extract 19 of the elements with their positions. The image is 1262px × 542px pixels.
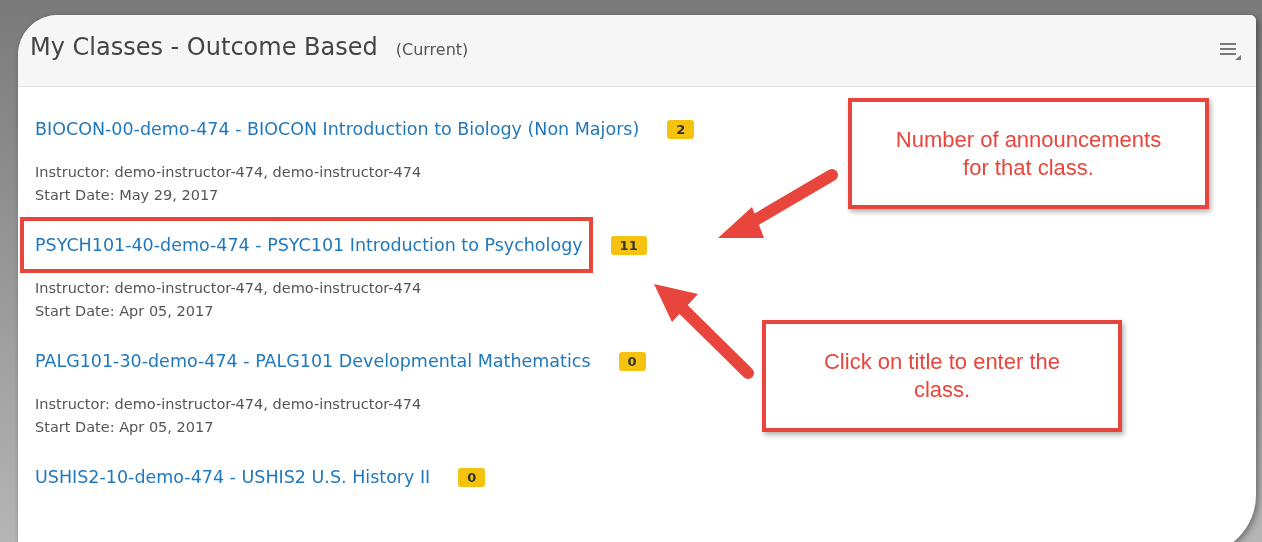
announcement-count-badge: 11 (610, 235, 647, 255)
panel-title: My Classes - Outcome Based (30, 33, 378, 61)
class-title-link[interactable]: BIOCON-00-demo-474 - BIOCON Introduction to Biology (Non Majors) (20, 109, 650, 149)
announcement-count-badge: 2 (667, 119, 695, 139)
instructor-text: Instructor: demo-instructor-474, demo-instructor-474 (35, 279, 422, 298)
class-title-link[interactable]: USHIS2-10-demo-474 - USHIS2 U.S. History II (20, 457, 441, 497)
menu-icon[interactable] (1220, 40, 1242, 61)
start-date-text: Start Date: May 29, 2017 (35, 186, 219, 205)
panel-subtitle: (Current) (395, 40, 469, 59)
callout-box: Click on title to enter the class. (762, 320, 1122, 432)
instructor-text: Instructor: demo-instructor-474, demo-instructor-474 (35, 163, 422, 182)
start-date-text: Start Date: Apr 05, 2017 (35, 418, 214, 437)
instructor-text: Instructor: demo-instructor-474, demo-instructor-474 (35, 395, 422, 414)
callout-box: Number of announcements for that class. (848, 98, 1209, 209)
class-title-link[interactable]: PSYCH101-40-demo-474 - PSYC101 Introduction to Psychology (20, 217, 593, 273)
class-title-link[interactable]: PALG101-30-demo-474 - PALG101 Developmental Mathematics (20, 341, 601, 381)
announcement-count-badge: 0 (618, 351, 646, 371)
announcement-count-badge: 0 (458, 467, 486, 487)
start-date-text: Start Date: Apr 05, 2017 (35, 302, 214, 321)
